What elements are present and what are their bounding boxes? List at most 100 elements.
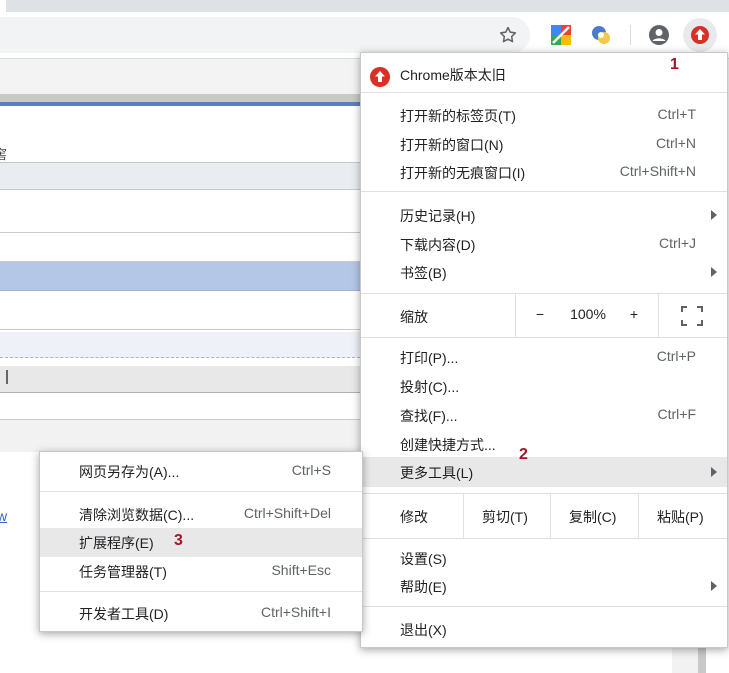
address-bar[interactable] xyxy=(0,17,530,53)
menu-item-label: 历史记录(H) xyxy=(400,208,476,224)
annotation-step-1: 1 xyxy=(670,56,679,73)
page-row xyxy=(0,420,360,453)
submenu-item-label: 网页另存为(A)... xyxy=(79,464,180,480)
zoom-level-value: 100% xyxy=(570,306,606,322)
update-arrow-icon[interactable] xyxy=(683,18,717,52)
page-row xyxy=(0,190,360,233)
page-row: 窖 xyxy=(0,106,360,163)
account-circle-icon[interactable] xyxy=(645,21,673,49)
menu-item-label: 打开新的无痕窗口(I) xyxy=(400,165,526,181)
update-banner-label: Chrome版本太旧 xyxy=(400,67,506,83)
menu-separator xyxy=(361,538,727,539)
zoom-controls: − 100% + xyxy=(515,294,659,337)
page-row xyxy=(0,291,360,330)
menu-item-label: 查找(F)... xyxy=(400,408,458,424)
paste-button[interactable]: 粘贴(P) xyxy=(638,494,728,538)
page-fragment-text: 窖 xyxy=(0,147,8,162)
page-fragment-block xyxy=(672,646,698,673)
edit-label: 修改 xyxy=(400,509,428,525)
page-row xyxy=(0,393,360,420)
menu-item-label: 下载内容(D) xyxy=(400,237,476,253)
menu-item-shortcut: Ctrl+J xyxy=(659,235,696,251)
chevron-right-icon xyxy=(711,210,717,220)
paste-label: 粘贴(P) xyxy=(657,509,704,525)
submenu-item-task-manager[interactable]: 任务管理器(T) Shift+Esc xyxy=(40,557,362,586)
edit-row: 修改 剪切(T) 复制(C) 粘贴(P) xyxy=(361,494,727,538)
cut-button[interactable]: 剪切(T) xyxy=(463,494,551,538)
menu-item-label: 创建快捷方式... xyxy=(400,437,496,453)
cut-label: 剪切(T) xyxy=(482,509,528,525)
menu-item-help[interactable]: 帮助(E) xyxy=(361,572,727,601)
menu-separator xyxy=(361,337,727,338)
menu-item-history[interactable]: 历史记录(H) xyxy=(361,201,727,230)
menu-item-more-tools[interactable]: 更多工具(L) xyxy=(361,457,727,487)
page-row xyxy=(0,163,360,190)
chevron-right-icon xyxy=(711,581,717,591)
page-header-bar xyxy=(0,59,360,95)
menu-item-exit[interactable]: 退出(X) xyxy=(361,615,727,644)
translate-extension-icon[interactable] xyxy=(587,21,615,49)
menu-item-new-window[interactable]: 打开新的窗口(N) Ctrl+N xyxy=(361,130,727,159)
submenu-item-extensions[interactable]: 扩展程序(E) xyxy=(40,528,362,557)
menu-item-cast[interactable]: 投射(C)... xyxy=(361,372,727,401)
chevron-right-icon xyxy=(711,267,717,277)
submenu-item-shortcut: Ctrl+Shift+Del xyxy=(243,505,331,521)
chrome-main-menu: Chrome版本太旧 打开新的标签页(T) Ctrl+T 打开新的窗口(N) C… xyxy=(360,52,728,648)
menu-item-shortcut: Ctrl+T xyxy=(657,106,697,122)
menu-item-new-incognito[interactable]: 打开新的无痕窗口(I) Ctrl+Shift+N xyxy=(361,158,727,187)
menu-separator xyxy=(361,191,727,192)
submenu-item-save-page[interactable]: 网页另存为(A)... Ctrl+S xyxy=(40,457,362,486)
page-link-fragment[interactable]: w xyxy=(0,508,7,524)
colorful-extension-icon[interactable] xyxy=(547,21,575,49)
menu-item-bookmarks[interactable]: 书签(B) xyxy=(361,258,727,287)
menu-separator xyxy=(361,92,727,93)
toolbar-separator xyxy=(630,25,631,45)
menu-item-label: 打开新的标签页(T) xyxy=(400,108,516,124)
fullscreen-button[interactable] xyxy=(658,294,728,337)
menu-item-shortcut: Ctrl+P xyxy=(656,348,696,364)
zoom-out-button[interactable]: − xyxy=(528,306,552,322)
zoom-row: 缩放 − 100% + xyxy=(361,294,727,337)
menu-item-label: 打印(P)... xyxy=(400,350,459,366)
submenu-item-label: 任务管理器(T) xyxy=(79,564,167,580)
menu-item-shortcut: Ctrl+Shift+N xyxy=(619,163,696,179)
page-row xyxy=(0,332,360,358)
tab-strip xyxy=(0,0,729,12)
menu-item-label: 设置(S) xyxy=(400,551,447,567)
menu-item-print[interactable]: 打印(P)... Ctrl+P xyxy=(361,343,727,372)
menu-item-create-shortcut[interactable]: 创建快捷方式... xyxy=(361,430,727,459)
page-divider xyxy=(0,94,360,102)
submenu-item-shortcut: Ctrl+Shift+I xyxy=(260,604,331,620)
copy-label: 复制(C) xyxy=(569,509,617,525)
menu-item-label: 更多工具(L) xyxy=(400,465,474,481)
menu-item-shortcut: Ctrl+N xyxy=(655,135,696,151)
annotation-step-2: 2 xyxy=(519,446,528,463)
zoom-label: 缩放 xyxy=(400,309,428,325)
submenu-item-label: 开发者工具(D) xyxy=(79,606,169,622)
submenu-item-clear-data[interactable]: 清除浏览数据(C)... Ctrl+Shift+Del xyxy=(40,500,362,529)
zoom-in-button[interactable]: + xyxy=(622,306,646,322)
menu-item-label: 帮助(E) xyxy=(400,579,447,595)
submenu-item-devtools[interactable]: 开发者工具(D) Ctrl+Shift+I xyxy=(40,599,362,628)
menu-item-find[interactable]: 查找(F)... Ctrl+F xyxy=(361,401,727,430)
menu-item-settings[interactable]: 设置(S) xyxy=(361,544,727,573)
menu-item-downloads[interactable]: 下载内容(D) Ctrl+J xyxy=(361,230,727,259)
submenu-item-shortcut: Ctrl+S xyxy=(291,462,331,478)
more-tools-submenu: 网页另存为(A)... Ctrl+S 清除浏览数据(C)... Ctrl+Shi… xyxy=(39,451,363,632)
submenu-item-label: 清除浏览数据(C)... xyxy=(79,507,195,523)
submenu-item-shortcut: Shift+Esc xyxy=(271,562,331,578)
submenu-item-label: 扩展程序(E) xyxy=(79,535,154,551)
star-icon[interactable] xyxy=(494,21,522,49)
menu-item-label: 退出(X) xyxy=(400,622,447,638)
page-scrollbar[interactable] xyxy=(698,646,706,673)
copy-button[interactable]: 复制(C) xyxy=(550,494,639,538)
menu-separator xyxy=(361,606,727,607)
fullscreen-icon xyxy=(681,306,703,326)
menu-item-new-tab[interactable]: 打开新的标签页(T) Ctrl+T xyxy=(361,101,727,130)
submenu-separator xyxy=(40,491,362,492)
menu-item-label: 书签(B) xyxy=(400,265,447,281)
menu-item-shortcut: Ctrl+F xyxy=(657,406,697,422)
menu-item-label: 打开新的窗口(N) xyxy=(400,137,504,153)
page-row xyxy=(0,233,360,262)
menu-item-label: 投射(C)... xyxy=(400,379,460,395)
